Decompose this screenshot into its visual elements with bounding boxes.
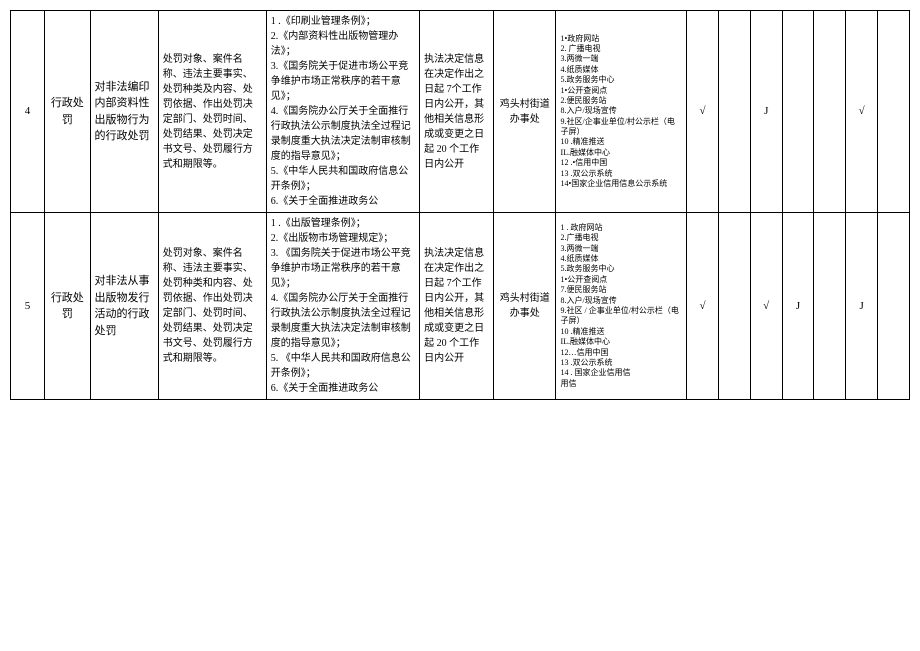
cell-check <box>814 213 846 400</box>
cell-subject: 鸡头村街道办事处 <box>493 213 556 400</box>
cell-check <box>814 11 846 213</box>
channel-item: 1•公开查阅点 <box>560 275 682 285</box>
cell-no: 5 <box>11 213 45 400</box>
disclosure-table: 4 行政处罚 对非法编印内部资料性出版物行为的行政处罚 处罚对象、案件名称、违法… <box>10 10 910 400</box>
cell-subject: 鸡头村街道办事处 <box>493 11 556 213</box>
cell-name: 对非法从事出版物发行活动的行政处罚 <box>90 213 158 400</box>
channel-item: 7.便民服务站 <box>560 285 682 295</box>
channel-item: 13 .双公示系统 <box>560 169 682 179</box>
channel-item: 5.政务服务中心 <box>560 75 682 85</box>
channel-item: 10 .精准推送 <box>560 137 682 147</box>
cell-basis: 1 .《出版管理条例》； 2.《出版物市场管理规定》； 3. 《国务院关于促进市… <box>266 213 419 400</box>
cell-check: √ <box>687 213 719 400</box>
cell-check: J <box>782 213 814 400</box>
channel-item: 9.社区 / 企事业单位/村公示栏（电子屏） <box>560 306 682 327</box>
cell-channels: 1 . 政府网站 2.广播电视 3.两微一端 4.纸质媒体 5.政务服务中心 1… <box>556 213 687 400</box>
cell-check <box>878 213 910 400</box>
channel-item: IL.融媒体中心 <box>560 337 682 347</box>
cell-type: 行政处罚 <box>45 213 90 400</box>
channel-item: 12…信用中国 <box>560 348 682 358</box>
cell-check: J <box>846 213 878 400</box>
cell-check: √ <box>750 213 782 400</box>
table-row: 4 行政处罚 对非法编印内部资料性出版物行为的行政处罚 处罚对象、案件名称、违法… <box>11 11 910 213</box>
cell-type: 行政处罚 <box>45 11 90 213</box>
channel-item: 3.两微一端 <box>560 244 682 254</box>
channel-item: 3.两微一端 <box>560 54 682 64</box>
cell-check <box>782 11 814 213</box>
cell-check: J <box>750 11 782 213</box>
channel-item: 4.纸质媒体 <box>560 65 682 75</box>
channel-item: 8.入户/现场宣传 <box>560 106 682 116</box>
cell-check: √ <box>846 11 878 213</box>
channel-item: 8.入户/现场宣传 <box>560 296 682 306</box>
channel-item: 2.便民服务站 <box>560 96 682 106</box>
cell-check <box>718 11 750 213</box>
channel-item: 1 . 政府网站 <box>560 223 682 233</box>
channel-item: 14•国家企业信用信息公示系统 <box>560 179 682 189</box>
channel-item: 10 .精准推送 <box>560 327 682 337</box>
channel-item: 1•政府网站 <box>560 34 682 44</box>
channel-item: 14 . 国家企业信用信 <box>560 368 682 378</box>
cell-check: √ <box>687 11 719 213</box>
channel-item: IL.融媒体中心 <box>560 148 682 158</box>
channel-item: 13 .双公示系统 <box>560 358 682 368</box>
cell-content: 处罚对象、案件名称、违法主要事实、处罚种类及内容、处罚依据、作出处罚决定部门、处… <box>158 11 266 213</box>
cell-check <box>878 11 910 213</box>
channel-item: 4.纸质媒体 <box>560 254 682 264</box>
cell-basis: 1 .《印刷业管理条例》； 2.《内部资料性出版物管理办法》； 3.《国务院关于… <box>266 11 419 213</box>
table-row: 5 行政处罚 对非法从事出版物发行活动的行政处罚 处罚对象、案件名称、违法主要事… <box>11 213 910 400</box>
cell-content: 处罚对象、案件名称、违法主要事实、处罚种类和内容、处罚依据、作出处罚决定部门、处… <box>158 213 266 400</box>
channel-item: 12 .•信用中国 <box>560 158 682 168</box>
channel-item: 2. 广播电视 <box>560 44 682 54</box>
channel-item: 2.广播电视 <box>560 233 682 243</box>
cell-check <box>718 213 750 400</box>
cell-channels: 1•政府网站 2. 广播电视 3.两微一端 4.纸质媒体 5.政务服务中心 1•… <box>556 11 687 213</box>
channel-item: 9.社区/企事业单位/村公示栏（电子屏） <box>560 117 682 138</box>
cell-name: 对非法编印内部资料性出版物行为的行政处罚 <box>90 11 158 213</box>
channel-item: 1•公开查阅点 <box>560 86 682 96</box>
cell-time: 执法决定信息在决定作出之日起 7个工作日内公开，其他相关信息形成或变更之日起 2… <box>420 213 494 400</box>
channel-item: 5.政务服务中心 <box>560 264 682 274</box>
cell-time: 执法决定信息在决定作出之日起 7个工作日内公开，其他相关信息形成或变更之日起 2… <box>420 11 494 213</box>
cell-no: 4 <box>11 11 45 213</box>
channel-item: 用信 <box>560 379 682 389</box>
